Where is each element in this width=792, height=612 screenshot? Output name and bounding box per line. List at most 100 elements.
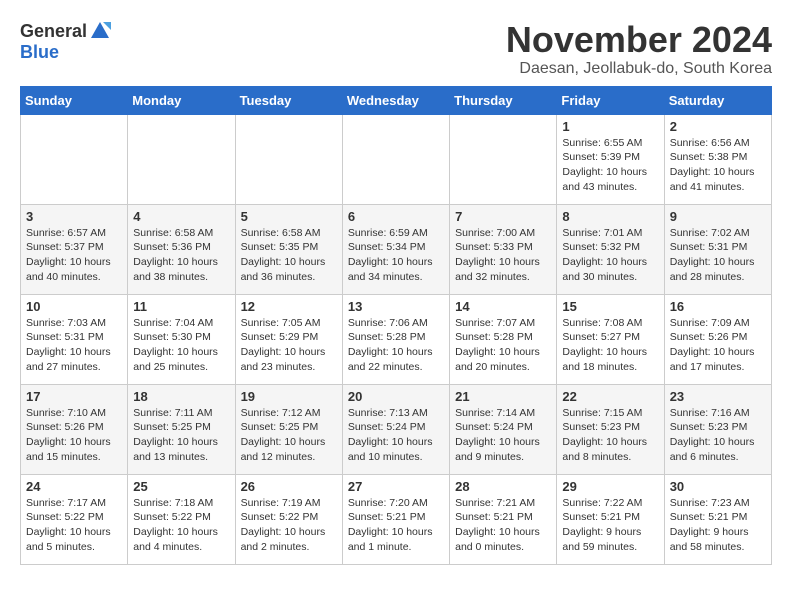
table-row xyxy=(342,114,449,204)
table-row: 1 Sunrise: 6:55 AM Sunset: 5:39 PM Daylig… xyxy=(557,114,664,204)
day-number: 17 xyxy=(26,389,122,404)
day-info: Sunrise: 7:10 AM Sunset: 5:26 PM Dayligh… xyxy=(26,406,122,465)
table-row: 22Sunrise: 7:15 AM Sunset: 5:23 PM Dayli… xyxy=(557,384,664,474)
day-number: 1 xyxy=(562,119,658,134)
table-row: 18 Sunrise: 7:11 AM Sunset: 5:25 PM Dayli… xyxy=(128,384,235,474)
table-row: 21 Sunrise: 7:14 AM Sunset: 5:24 PM Dayli… xyxy=(450,384,557,474)
table-row xyxy=(21,114,128,204)
table-row: 16 Sunrise: 7:09 AM Sunset: 5:26 PM Dayli… xyxy=(664,294,771,384)
table-row: 27 Sunrise: 7:20 AM Sunset: 5:21 PM Dayli… xyxy=(342,474,449,564)
day-info: Sunrise: 7:06 AM Sunset: 5:28 PM Dayligh… xyxy=(348,316,444,375)
day-info: Sunrise: 6:56 AM Sunset: 5:38 PM Dayligh… xyxy=(670,136,766,195)
day-number: 25 xyxy=(133,479,229,494)
day-info: Sunrise: 6:59 AM Sunset: 5:34 PM Dayligh… xyxy=(348,226,444,285)
day-number: 11 xyxy=(133,299,229,314)
day-info: Sunrise: 6:55 AM Sunset: 5:39 PM Dayligh… xyxy=(562,136,658,195)
table-row: 13 Sunrise: 7:06 AM Sunset: 5:28 PM Dayli… xyxy=(342,294,449,384)
col-thursday: Thursday xyxy=(450,86,557,114)
day-info: Sunrise: 6:58 AM Sunset: 5:35 PM Dayligh… xyxy=(241,226,337,285)
day-info: Sunrise: 7:04 AM Sunset: 5:30 PM Dayligh… xyxy=(133,316,229,375)
day-number: 10 xyxy=(26,299,122,314)
day-number: 3 xyxy=(26,209,122,224)
day-number: 23 xyxy=(670,389,766,404)
table-row xyxy=(128,114,235,204)
day-info: Sunrise: 7:07 AM Sunset: 5:28 PM Dayligh… xyxy=(455,316,551,375)
day-number: 30 xyxy=(670,479,766,494)
calendar-week-row: 1 Sunrise: 6:55 AM Sunset: 5:39 PM Daylig… xyxy=(21,114,772,204)
day-number: 20 xyxy=(348,389,444,404)
col-saturday: Saturday xyxy=(664,86,771,114)
table-row: 5Sunrise: 6:58 AM Sunset: 5:35 PM Daylig… xyxy=(235,204,342,294)
day-number: 15 xyxy=(562,299,658,314)
day-number: 29 xyxy=(562,479,658,494)
day-info: Sunrise: 7:13 AM Sunset: 5:24 PM Dayligh… xyxy=(348,406,444,465)
calendar-week-row: 24 Sunrise: 7:17 AM Sunset: 5:22 PM Dayli… xyxy=(21,474,772,564)
day-info: Sunrise: 7:16 AM Sunset: 5:23 PM Dayligh… xyxy=(670,406,766,465)
day-number: 13 xyxy=(348,299,444,314)
calendar-week-row: 3Sunrise: 6:57 AM Sunset: 5:37 PM Daylig… xyxy=(21,204,772,294)
day-number: 16 xyxy=(670,299,766,314)
day-number: 18 xyxy=(133,389,229,404)
day-info: Sunrise: 7:18 AM Sunset: 5:22 PM Dayligh… xyxy=(133,496,229,555)
table-row: 11 Sunrise: 7:04 AM Sunset: 5:30 PM Dayli… xyxy=(128,294,235,384)
day-info: Sunrise: 7:17 AM Sunset: 5:22 PM Dayligh… xyxy=(26,496,122,555)
day-number: 27 xyxy=(348,479,444,494)
logo-blue-text: Blue xyxy=(20,42,59,62)
col-monday: Monday xyxy=(128,86,235,114)
day-info: Sunrise: 7:22 AM Sunset: 5:21 PM Dayligh… xyxy=(562,496,658,555)
col-wednesday: Wednesday xyxy=(342,86,449,114)
day-number: 26 xyxy=(241,479,337,494)
title-block: November 2024 Daesan, Jeollabuk-do, Sout… xyxy=(506,20,772,78)
day-number: 24 xyxy=(26,479,122,494)
table-row: 9Sunrise: 7:02 AM Sunset: 5:31 PM Daylig… xyxy=(664,204,771,294)
day-info: Sunrise: 7:08 AM Sunset: 5:27 PM Dayligh… xyxy=(562,316,658,375)
table-row: 25 Sunrise: 7:18 AM Sunset: 5:22 PM Dayli… xyxy=(128,474,235,564)
table-row: 28 Sunrise: 7:21 AM Sunset: 5:21 PM Dayli… xyxy=(450,474,557,564)
col-friday: Friday xyxy=(557,86,664,114)
logo-general-text: General xyxy=(20,21,87,42)
table-row: 15 Sunrise: 7:08 AM Sunset: 5:27 PM Dayli… xyxy=(557,294,664,384)
day-info: Sunrise: 7:23 AM Sunset: 5:21 PM Dayligh… xyxy=(670,496,766,555)
day-number: 6 xyxy=(348,209,444,224)
day-info: Sunrise: 7:03 AM Sunset: 5:31 PM Dayligh… xyxy=(26,316,122,375)
day-info: Sunrise: 7:09 AM Sunset: 5:26 PM Dayligh… xyxy=(670,316,766,375)
day-info: Sunrise: 7:20 AM Sunset: 5:21 PM Dayligh… xyxy=(348,496,444,555)
day-info: Sunrise: 7:11 AM Sunset: 5:25 PM Dayligh… xyxy=(133,406,229,465)
day-info: Sunrise: 7:00 AM Sunset: 5:33 PM Dayligh… xyxy=(455,226,551,285)
day-number: 19 xyxy=(241,389,337,404)
table-row: 12Sunrise: 7:05 AM Sunset: 5:29 PM Dayli… xyxy=(235,294,342,384)
table-row: 29 Sunrise: 7:22 AM Sunset: 5:21 PM Dayli… xyxy=(557,474,664,564)
table-row: 14 Sunrise: 7:07 AM Sunset: 5:28 PM Dayli… xyxy=(450,294,557,384)
calendar-table: Sunday Monday Tuesday Wednesday Thursday… xyxy=(20,86,772,565)
day-info: Sunrise: 7:21 AM Sunset: 5:21 PM Dayligh… xyxy=(455,496,551,555)
logo: General Blue xyxy=(20,20,111,63)
col-tuesday: Tuesday xyxy=(235,86,342,114)
table-row: 2 Sunrise: 6:56 AM Sunset: 5:38 PM Daylig… xyxy=(664,114,771,204)
table-row: 3Sunrise: 6:57 AM Sunset: 5:37 PM Daylig… xyxy=(21,204,128,294)
logo-icon xyxy=(89,20,111,42)
day-number: 21 xyxy=(455,389,551,404)
col-sunday: Sunday xyxy=(21,86,128,114)
day-number: 28 xyxy=(455,479,551,494)
day-info: Sunrise: 7:19 AM Sunset: 5:22 PM Dayligh… xyxy=(241,496,337,555)
table-row: 23 Sunrise: 7:16 AM Sunset: 5:23 PM Dayli… xyxy=(664,384,771,474)
table-row: 10 Sunrise: 7:03 AM Sunset: 5:31 PM Dayli… xyxy=(21,294,128,384)
table-row: 30 Sunrise: 7:23 AM Sunset: 5:21 PM Dayli… xyxy=(664,474,771,564)
table-row xyxy=(235,114,342,204)
table-row: 20 Sunrise: 7:13 AM Sunset: 5:24 PM Dayli… xyxy=(342,384,449,474)
day-number: 22 xyxy=(562,389,658,404)
table-row: 24 Sunrise: 7:17 AM Sunset: 5:22 PM Dayli… xyxy=(21,474,128,564)
table-row: 26 Sunrise: 7:19 AM Sunset: 5:22 PM Dayli… xyxy=(235,474,342,564)
table-row: 6 Sunrise: 6:59 AM Sunset: 5:34 PM Daylig… xyxy=(342,204,449,294)
day-number: 2 xyxy=(670,119,766,134)
day-number: 7 xyxy=(455,209,551,224)
day-info: Sunrise: 7:01 AM Sunset: 5:32 PM Dayligh… xyxy=(562,226,658,285)
day-info: Sunrise: 7:14 AM Sunset: 5:24 PM Dayligh… xyxy=(455,406,551,465)
calendar-week-row: 10 Sunrise: 7:03 AM Sunset: 5:31 PM Dayli… xyxy=(21,294,772,384)
table-row xyxy=(450,114,557,204)
day-info: Sunrise: 6:58 AM Sunset: 5:36 PM Dayligh… xyxy=(133,226,229,285)
day-number: 14 xyxy=(455,299,551,314)
table-row: 17 Sunrise: 7:10 AM Sunset: 5:26 PM Dayli… xyxy=(21,384,128,474)
header: General Blue November 2024 Daesan, Jeoll… xyxy=(20,20,772,78)
table-row: 8Sunrise: 7:01 AM Sunset: 5:32 PM Daylig… xyxy=(557,204,664,294)
